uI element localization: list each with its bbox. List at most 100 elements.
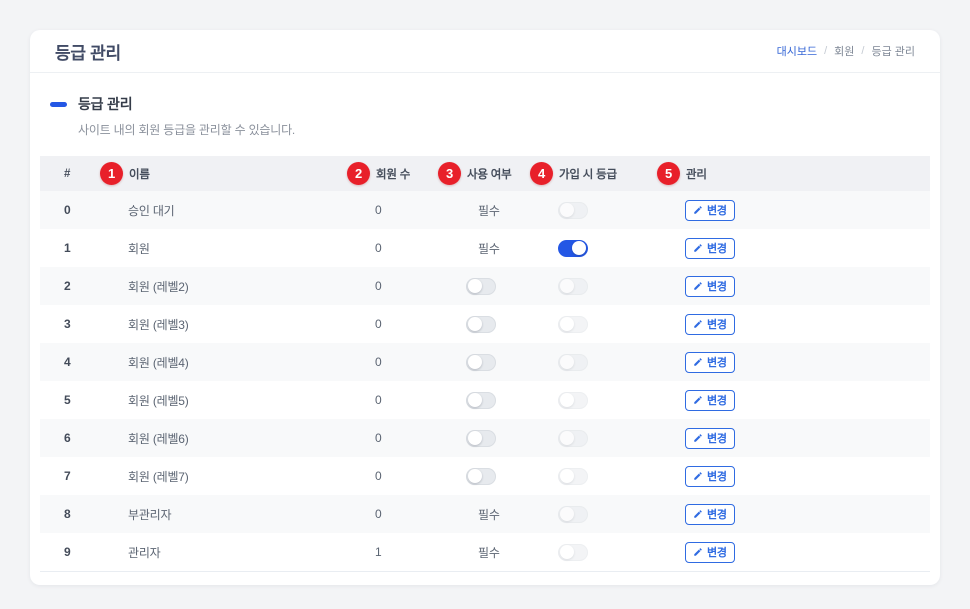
toggle-knob — [560, 279, 574, 293]
edit-button[interactable]: 변경 — [685, 390, 735, 411]
manage-cell: 변경 — [685, 200, 930, 221]
signup-grade-toggle[interactable] — [558, 354, 588, 371]
usage-toggle[interactable] — [466, 392, 496, 409]
manage-cell: 변경 — [685, 466, 930, 487]
signup-grade-cell — [558, 240, 685, 257]
member-count: 0 — [375, 355, 466, 369]
toggle-knob — [560, 545, 574, 559]
signup-grade-toggle[interactable] — [558, 278, 588, 295]
signup-grade-toggle[interactable] — [558, 506, 588, 523]
toggle-knob — [468, 355, 482, 369]
edit-button-label: 변경 — [707, 430, 727, 446]
signup-grade-toggle[interactable] — [558, 430, 588, 447]
breadcrumb-separator: / — [861, 45, 864, 57]
edit-button-label: 변경 — [707, 240, 727, 256]
edit-button[interactable]: 변경 — [685, 276, 735, 297]
signup-grade-toggle[interactable] — [558, 202, 588, 219]
member-count: 0 — [375, 203, 466, 217]
member-count: 0 — [375, 317, 466, 331]
usage-toggle[interactable] — [466, 430, 496, 447]
edit-button[interactable]: 변경 — [685, 428, 735, 449]
table-row: 5 회원 (레벨5) 0 변경 — [40, 381, 930, 419]
breadcrumb: 대시보드 / 회원 / 등급 관리 — [777, 43, 915, 59]
edit-button-label: 변경 — [707, 316, 727, 332]
table-row: 1 회원 0 필수 변경 — [40, 229, 930, 267]
pencil-icon — [693, 433, 703, 443]
pencil-icon — [693, 243, 703, 253]
toggle-knob — [560, 393, 574, 407]
row-index: 7 — [40, 469, 128, 483]
row-index: 5 — [40, 393, 128, 407]
signup-grade-toggle[interactable] — [558, 468, 588, 485]
usage-toggle[interactable] — [466, 316, 496, 333]
edit-button[interactable]: 변경 — [685, 504, 735, 525]
edit-button[interactable]: 변경 — [685, 314, 735, 335]
signup-grade-cell — [558, 430, 685, 447]
toggle-knob — [468, 431, 482, 445]
breadcrumb-member[interactable]: 회원 — [834, 43, 854, 59]
usage-cell — [466, 278, 558, 295]
member-count: 0 — [375, 241, 466, 255]
grade-name: 회원 — [128, 240, 375, 257]
toggle-knob — [468, 279, 482, 293]
usage-required-label: 필수 — [466, 204, 500, 218]
signup-grade-cell — [558, 544, 685, 561]
usage-toggle[interactable] — [466, 354, 496, 371]
edit-button-label: 변경 — [707, 202, 727, 218]
grade-name: 회원 (레벨2) — [128, 278, 375, 295]
usage-toggle[interactable] — [466, 278, 496, 295]
grade-name: 관리자 — [128, 544, 375, 561]
manage-cell: 변경 — [685, 352, 930, 373]
grade-management-card: 등급 관리 대시보드 / 회원 / 등급 관리 등급 관리 사이트 내의 회원 … — [30, 30, 940, 585]
row-index: 8 — [40, 507, 128, 521]
signup-grade-cell — [558, 468, 685, 485]
toggle-knob — [560, 431, 574, 445]
table-row: 4 회원 (레벨4) 0 변경 — [40, 343, 930, 381]
usage-cell: 필수 — [466, 506, 558, 523]
manage-cell: 변경 — [685, 504, 930, 525]
annotation-badge-2: 2 — [347, 162, 370, 185]
edit-button-label: 변경 — [707, 506, 727, 522]
table-body: 0 승인 대기 0 필수 변경 1 회원 0 필수 변 — [40, 191, 930, 572]
pencil-icon — [693, 395, 703, 405]
usage-required-label: 필수 — [466, 546, 500, 560]
pencil-icon — [693, 319, 703, 329]
row-index: 6 — [40, 431, 128, 445]
annotation-badge-3: 3 — [438, 162, 461, 185]
toggle-knob — [560, 507, 574, 521]
signup-grade-cell — [558, 316, 685, 333]
grade-name: 회원 (레벨3) — [128, 316, 375, 333]
table-row: 7 회원 (레벨7) 0 변경 — [40, 457, 930, 495]
table-row: 3 회원 (레벨3) 0 변경 — [40, 305, 930, 343]
signup-grade-toggle[interactable] — [558, 544, 588, 561]
annotation-badge-4: 4 — [530, 162, 553, 185]
edit-button[interactable]: 변경 — [685, 542, 735, 563]
annotation-badge-5: 5 — [657, 162, 680, 185]
edit-button[interactable]: 변경 — [685, 238, 735, 259]
usage-cell: 필수 — [466, 202, 558, 219]
column-header-manage: 5 관리 — [685, 162, 930, 185]
table-header-row: # 1 이름 2 회원 수 3 사용 여부 4 가입 시 등급 — [40, 156, 930, 191]
pencil-icon — [693, 205, 703, 215]
table-row: 2 회원 (레벨2) 0 변경 — [40, 267, 930, 305]
row-index: 1 — [40, 241, 128, 255]
row-index: 0 — [40, 203, 128, 217]
edit-button[interactable]: 변경 — [685, 466, 735, 487]
edit-button-label: 변경 — [707, 354, 727, 370]
grade-name: 승인 대기 — [128, 202, 375, 219]
member-count: 0 — [375, 507, 466, 521]
signup-grade-toggle[interactable] — [558, 240, 588, 257]
edit-button[interactable]: 변경 — [685, 352, 735, 373]
section-description: 사이트 내의 회원 등급을 관리할 수 있습니다. — [78, 121, 930, 138]
edit-button[interactable]: 변경 — [685, 200, 735, 221]
signup-grade-toggle[interactable] — [558, 316, 588, 333]
usage-toggle[interactable] — [466, 468, 496, 485]
signup-grade-cell — [558, 354, 685, 371]
pencil-icon — [693, 547, 703, 557]
section-dash-icon — [50, 102, 67, 107]
toggle-knob — [468, 317, 482, 331]
row-index: 3 — [40, 317, 128, 331]
signup-grade-toggle[interactable] — [558, 392, 588, 409]
breadcrumb-dashboard-link[interactable]: 대시보드 — [777, 43, 817, 59]
annotation-badge-1: 1 — [100, 162, 123, 185]
